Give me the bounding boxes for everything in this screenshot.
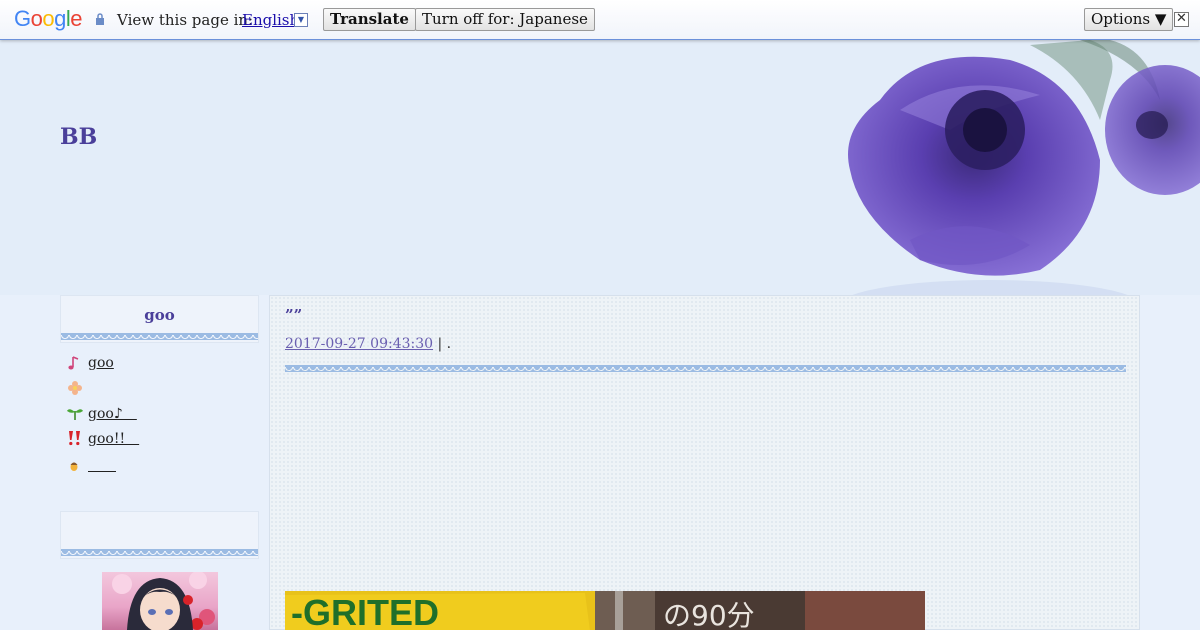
anemone-flower-image <box>780 40 1200 295</box>
flower-icon <box>68 380 82 395</box>
sidebar-item-label[interactable]: ＿＿ <box>88 455 116 475</box>
sidebar-item-label[interactable]: goo♪＿ <box>88 403 137 423</box>
sidebar-item-label[interactable]: goo!!＿ <box>88 428 139 448</box>
sidebar-box-header: goo <box>60 295 259 343</box>
translate-bar: Google View this page in: English ▼ Tran… <box>0 0 1200 40</box>
post-category-link[interactable]: . <box>447 336 451 352</box>
sidebar-box-title: goo <box>144 306 175 324</box>
blog-header: BB <box>0 40 1200 295</box>
post-title[interactable]: ”” <box>285 306 302 324</box>
translate-prompt: View this page in: <box>117 11 254 29</box>
lace-divider <box>61 333 258 340</box>
acorn-icon <box>70 462 78 471</box>
language-link[interactable]: English <box>242 11 299 29</box>
post-meta: 2017-09-27 09:43:30 | . <box>285 336 451 352</box>
turn-off-button[interactable]: Turn off for: Japanese <box>415 8 595 31</box>
site-title[interactable]: BB <box>60 124 97 150</box>
sidebar-item-flower[interactable] <box>66 375 139 400</box>
sidebar-item-goo[interactable]: goo <box>66 350 139 375</box>
meta-separator: | <box>437 336 443 352</box>
sprout-icon <box>67 408 83 420</box>
svg-text:-GRITED: -GRITED <box>291 592 439 630</box>
sidebar-item-exclaim[interactable]: goo!!＿ <box>66 425 139 450</box>
post-article: ”” 2017-09-27 09:43:30 | . -GRITED の90分 <box>269 295 1140 630</box>
storefront-photo: -GRITED の90分 <box>285 591 925 630</box>
sidebar-list: goo goo♪＿ goo!!＿ ＿＿ <box>66 350 139 477</box>
sidebar-item-sprout[interactable]: goo♪＿ <box>66 400 139 425</box>
post-photo[interactable]: -GRITED の90分 <box>285 591 925 630</box>
post-date-link[interactable]: 2017-09-27 09:43:30 <box>285 336 433 352</box>
options-button[interactable]: Options ▼ <box>1084 8 1174 31</box>
music-note-icon <box>68 355 79 369</box>
lace-divider <box>61 549 258 556</box>
translate-button[interactable]: Translate <box>323 8 416 31</box>
double-exclamation-icon <box>69 430 80 445</box>
lock-icon <box>96 13 104 25</box>
sidebar-item-label[interactable]: goo <box>88 355 114 371</box>
profile-avatar[interactable] <box>102 572 218 630</box>
sidebar-item-acorn[interactable]: ＿＿ <box>66 452 139 477</box>
language-dropdown-icon[interactable]: ▼ <box>294 13 308 27</box>
svg-text:の90分: の90分 <box>663 599 755 630</box>
avatar-illustration <box>112 572 215 630</box>
lace-divider <box>285 365 1126 372</box>
google-logo: Google <box>14 6 83 31</box>
close-icon[interactable]: ✕ <box>1174 12 1189 27</box>
sidebar-box-header-2 <box>60 511 259 559</box>
